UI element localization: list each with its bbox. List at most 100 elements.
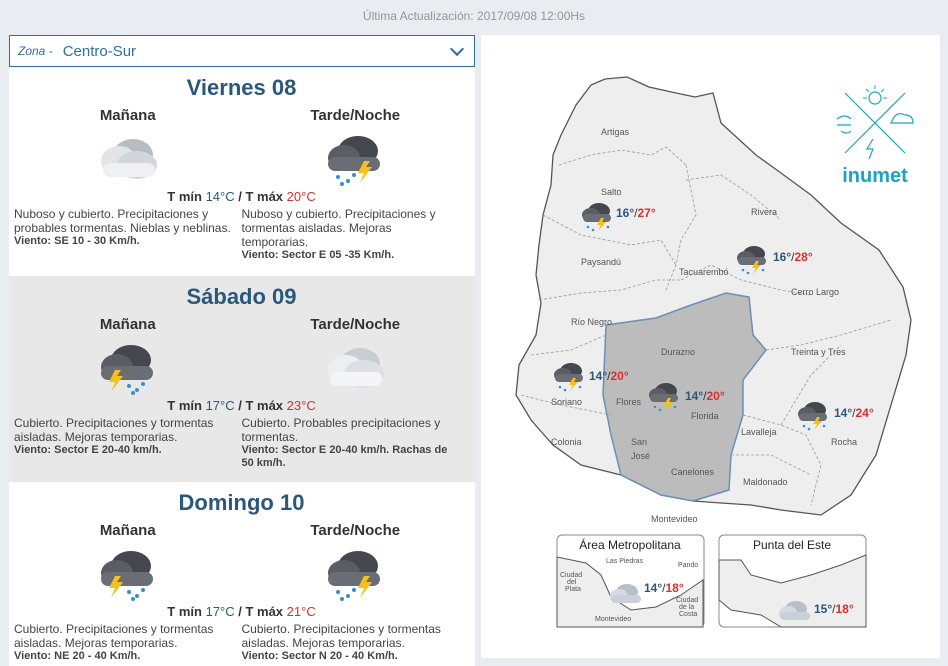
last-updated: Última Actualización: 2017/09/08 12:00Hs (362, 9, 586, 23)
zone-select[interactable]: Zona - Centro-Sur (9, 35, 475, 67)
zone-value: Centro-Sur (62, 42, 137, 60)
dept-label: Durazno (661, 347, 695, 357)
dept-label: Canelones (671, 467, 715, 477)
zone-label: Zona - (18, 44, 53, 58)
evening-column: Tarde/Noche (242, 316, 470, 396)
dept-label: Montevideo (651, 514, 698, 524)
dept-label: Lavalleja (741, 427, 777, 437)
temperature-line: T mín 17°C / T máx 21°C (14, 604, 469, 622)
dept-label: Colonia (551, 437, 582, 447)
punta-inset[interactable]: Punta del Este 15°/18° (718, 534, 867, 628)
thunderstorm-icon (328, 136, 381, 186)
svg-text:del: del (567, 579, 577, 586)
brand-text: inumet (842, 165, 908, 187)
metro-inset[interactable]: Área Metropolitana Las Piedras Pando Ciu… (556, 534, 705, 628)
tmin-prefix: T mín (167, 604, 206, 619)
svg-text:Ciudad: Ciudad (560, 572, 582, 579)
svg-text:Las Piedras: Las Piedras (606, 558, 643, 565)
period-label: Mañana (99, 522, 156, 539)
dept-label: Paysandú (581, 257, 621, 267)
wind-info: Viento: Sector N 20 - 40 Km/h. (241, 650, 398, 662)
dept-label: Artigas (601, 127, 630, 137)
day-forecast: Sábado 09 Mañana Tarde/Noche T mín 17°C … (9, 276, 475, 482)
metro-temp: 14°/18° (644, 581, 684, 595)
wind-info: Viento: Sector E 20-40 km/h. Rachas de 5… (241, 444, 448, 469)
period-label: Tarde/Noche (310, 316, 401, 333)
tmin-prefix: T mín (167, 189, 206, 204)
period-label: Tarde/Noche (310, 107, 401, 124)
dept-label: Soriano (551, 397, 582, 407)
svg-text:Plata: Plata (565, 586, 581, 593)
inumet-logo: inumet (836, 85, 914, 187)
tmin-value: 17°C (205, 398, 235, 413)
svg-text:Ciudad: Ciudad (676, 597, 698, 604)
inset-title: Área Metropolitana (579, 537, 681, 552)
day-title: Domingo 10 (178, 490, 305, 515)
tmax-prefix: / T máx (234, 604, 287, 619)
forecast-description: Nuboso y cubierto. Precipitaciones y tor… (241, 207, 436, 249)
svg-text:de la: de la (679, 604, 694, 611)
cloudy-icon (100, 139, 157, 179)
region-temp-south-west: 14°/20° (589, 369, 629, 383)
period-label: Tarde/Noche (310, 522, 401, 539)
tmin-value: 17°C (205, 604, 235, 619)
svg-text:Montevideo: Montevideo (595, 616, 631, 623)
day-title: Sábado 09 (186, 284, 297, 309)
thunderstorm-icon (100, 345, 153, 395)
day-forecast: Domingo 10 Mañana Tarde/Noche T mín 17°C… (9, 482, 475, 666)
svg-text:Costa: Costa (679, 611, 697, 618)
dept-label: Rivera (751, 207, 777, 217)
forecast-description: Cubierto. Precipitaciones y tormentas ai… (14, 416, 214, 444)
svg-text:Pando: Pando (678, 562, 698, 569)
tmax-value: 20°C (286, 189, 316, 204)
tmax-value: 21°C (286, 604, 316, 619)
region-temp-centro-sur: 14°/20° (685, 389, 725, 403)
tmax-value: 23°C (286, 398, 316, 413)
tmin-prefix: T mín (167, 398, 206, 413)
region-temp-east: 14°/24° (834, 406, 874, 420)
wind-info: Viento: Sector E 05 -35 Km/h. (241, 249, 395, 261)
forecast-description: Nuboso y cubierto. Precipitaciones y pro… (14, 207, 231, 235)
forecast-description: Cubierto. Precipitaciones y tormentas ai… (241, 622, 441, 650)
tmax-prefix: / T máx (234, 398, 287, 413)
dept-label: Florida (691, 411, 719, 421)
inset-title: Punta del Este (753, 538, 831, 552)
forecast-description: Cubierto. Precipitaciones y tormentas ai… (14, 622, 214, 650)
morning-column: Mañana (14, 316, 242, 396)
evening-column: Tarde/Noche (242, 107, 470, 187)
temperature-line: T mín 17°C / T máx 23°C (14, 398, 469, 416)
day-forecast: Viernes 08 Mañana Tarde/Noche T mín 14°C… (9, 67, 475, 276)
period-label: Mañana (99, 107, 156, 124)
cloudy-icon (328, 348, 385, 388)
tmin-value: 14°C (205, 189, 235, 204)
temperature-line: T mín 14°C / T máx 20°C (14, 189, 469, 207)
dept-label: San (631, 437, 647, 447)
thunderstorm-icon (100, 551, 153, 601)
dept-label: Tacuarembó (679, 267, 729, 277)
thunderstorm-icon (328, 551, 381, 601)
period-label: Mañana (99, 316, 156, 333)
map-panel: inumet Artigas Salto Rivera Paysandú Tac… (481, 35, 940, 658)
dept-label: José (631, 451, 650, 461)
morning-column: Mañana (14, 522, 242, 602)
day-title: Viernes 08 (186, 75, 297, 100)
wind-info: Viento: SE 10 - 30 Km/h. (14, 235, 140, 247)
region-temp-north-west: 16°/27° (616, 206, 656, 220)
dept-label: Salto (601, 187, 622, 197)
dept-label: Treinta y Tres (791, 347, 846, 357)
wind-info: Viento: NE 20 - 40 Km/h. (14, 650, 141, 662)
chevron-down-icon[interactable] (449, 41, 465, 56)
dept-label: Río Negro (571, 317, 612, 327)
wind-info: Viento: Sector E 20-40 km/h. (14, 444, 162, 456)
region-temp-north-east: 16°/28° (773, 250, 813, 264)
forecast-panel: Zona - Centro-Sur Viernes 08 Mañana Tard… (9, 35, 475, 666)
dept-label: Flores (616, 397, 642, 407)
uruguay-map: inumet Artigas Salto Rivera Paysandú Tac… (515, 76, 914, 628)
dept-label: Maldonado (743, 477, 788, 487)
morning-column: Mañana (14, 107, 242, 187)
evening-column: Tarde/Noche (242, 522, 470, 602)
dept-label: Rocha (831, 437, 857, 447)
punta-temp: 15°/18° (814, 602, 854, 616)
tmax-prefix: / T máx (234, 189, 287, 204)
dept-label: Cerro Largo (791, 287, 839, 297)
